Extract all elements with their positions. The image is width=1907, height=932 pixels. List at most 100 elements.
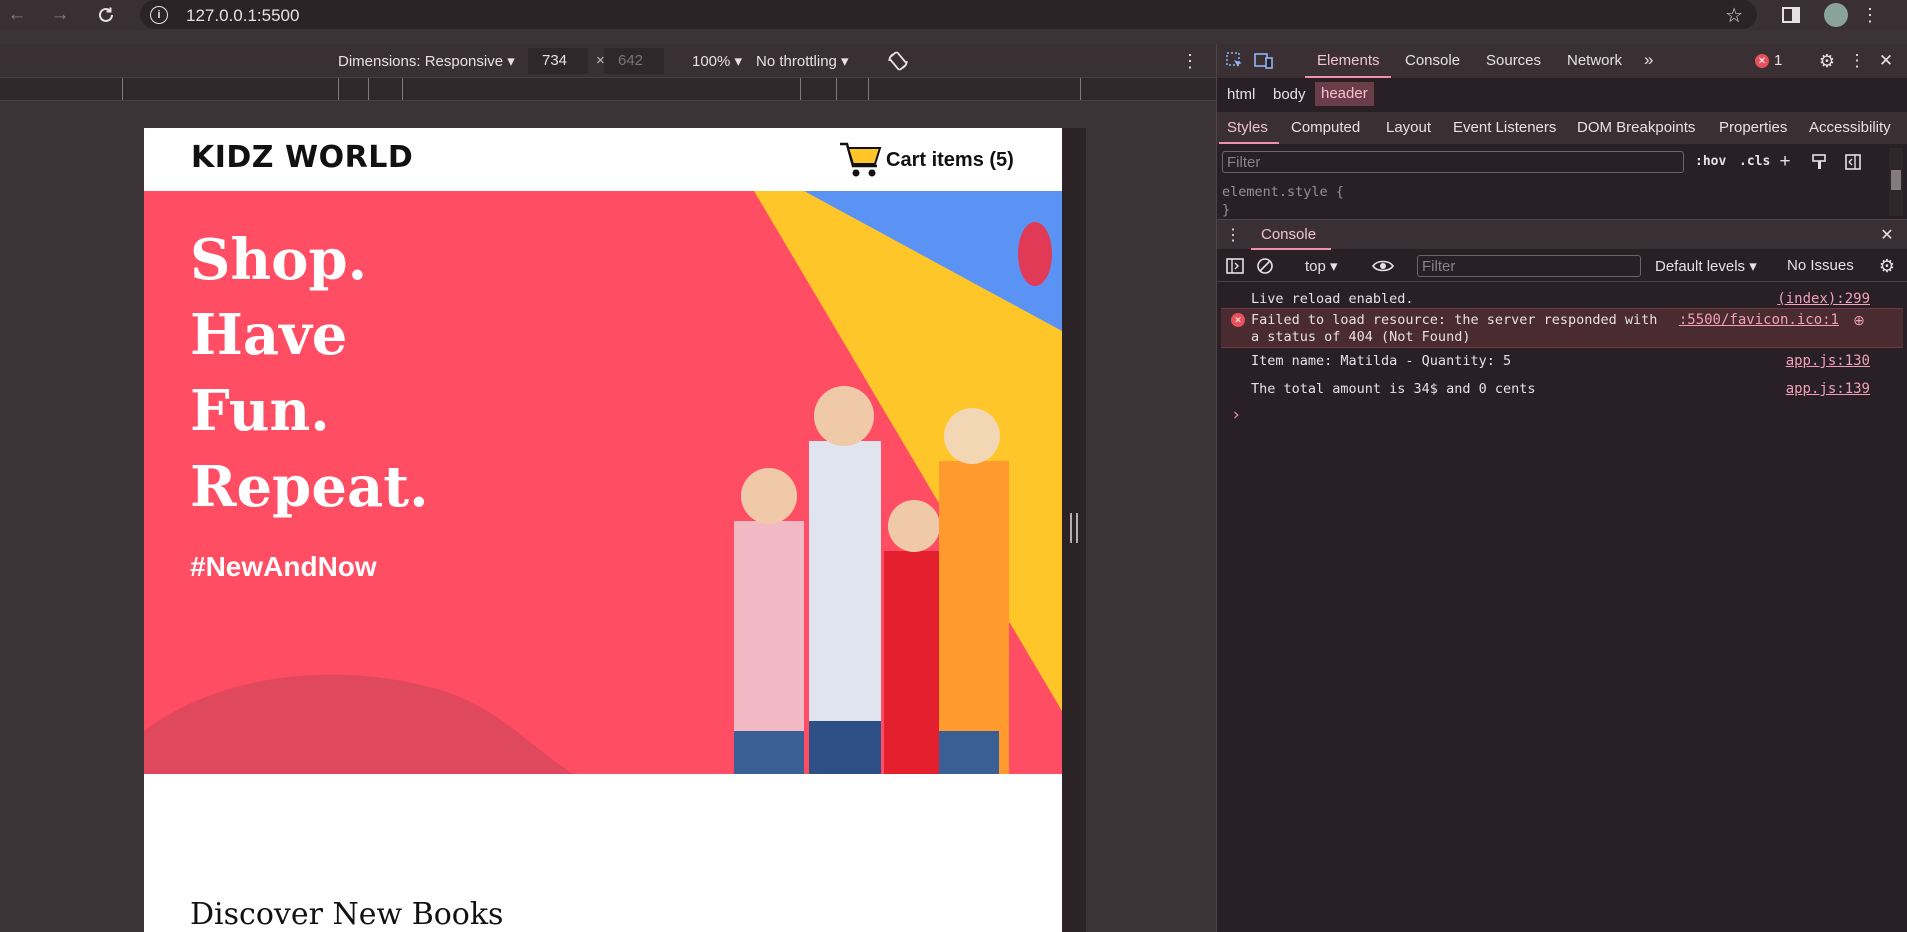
- browser-menu-icon[interactable]: ⋮: [1860, 3, 1880, 27]
- console-toolbar: top ▾ Filter Default levels ▾ No Issues …: [1217, 250, 1907, 282]
- styles-tabbar: Styles Computed Layout Event Listeners D…: [1217, 112, 1907, 144]
- crumb-body[interactable]: body: [1267, 86, 1312, 103]
- inspect-element-icon[interactable]: [1225, 51, 1245, 71]
- tab-console[interactable]: Console: [1405, 52, 1460, 69]
- throttling-select[interactable]: No throttling ▾: [756, 52, 849, 70]
- zoom-label: 100%: [692, 53, 731, 70]
- styles-scrollbar[interactable]: [1889, 148, 1903, 216]
- console-error-message: ✕ Failed to load resource: the server re…: [1221, 308, 1903, 348]
- message-text: Item name: Matilda - Quantity: 5: [1251, 353, 1512, 369]
- live-expression-eye-icon[interactable]: [1371, 256, 1395, 276]
- active-tab-indicator: [1305, 76, 1391, 78]
- error-text-line-2: a status of 404 (Not Found): [1251, 329, 1471, 345]
- device-toolbar-more-icon[interactable]: ⋮: [1180, 49, 1200, 73]
- site-info-icon[interactable]: i: [150, 6, 168, 24]
- tab-elements[interactable]: Elements: [1317, 52, 1380, 69]
- cart-button[interactable]: Cart items (5): [838, 140, 1014, 180]
- close-devtools-icon[interactable]: ✕: [1876, 51, 1896, 71]
- error-source-link[interactable]: :5500/favicon.ico:1: [1679, 312, 1839, 328]
- breadcrumb: html body header: [1217, 79, 1907, 106]
- devtools-tabbar: Elements Console Sources Network » ✕ 1 ⚙…: [1217, 44, 1907, 78]
- tab-styles[interactable]: Styles: [1227, 119, 1268, 136]
- context-select[interactable]: top ▾: [1305, 257, 1338, 275]
- hov-toggle[interactable]: :hov: [1695, 154, 1726, 169]
- zoom-select[interactable]: 100% ▾: [692, 52, 742, 70]
- console-filter-input[interactable]: Filter: [1417, 255, 1641, 277]
- console-messages: Live reload enabled. (index):299 ✕ Faile…: [1217, 283, 1907, 932]
- side-panel-icon[interactable]: [1780, 3, 1802, 27]
- bookmark-star-icon[interactable]: ☆: [1725, 3, 1743, 28]
- page-viewport-area: KIDZ WORLD Cart items (5) Shop. Have Fun…: [0, 101, 1216, 932]
- context-label: top: [1305, 258, 1326, 275]
- cart-icon: [838, 140, 884, 180]
- drawer-menu-icon[interactable]: ⋮: [1225, 225, 1241, 245]
- device-toggle-icon[interactable]: [1253, 51, 1275, 71]
- element-style-close: }: [1222, 202, 1231, 218]
- crumb-header[interactable]: header: [1315, 82, 1374, 106]
- width-input[interactable]: 734: [528, 48, 588, 74]
- toggle-sidebar-icon[interactable]: [1843, 152, 1863, 172]
- site-header: KIDZ WORLD Cart items (5): [144, 128, 1062, 191]
- message-text: The total amount is 34$ and 0 cents: [1251, 381, 1536, 397]
- height-input[interactable]: 642: [604, 48, 664, 74]
- tab-event-listeners[interactable]: Event Listeners: [1453, 119, 1556, 136]
- site-logo[interactable]: KIDZ WORLD: [191, 140, 413, 175]
- issues-status[interactable]: No Issues: [1787, 257, 1854, 274]
- error-icon[interactable]: ✕: [1755, 54, 1769, 68]
- resize-handle[interactable]: [1070, 513, 1078, 543]
- hero-line-2: Have: [190, 302, 348, 368]
- error-count[interactable]: 1: [1774, 52, 1782, 69]
- device-toolbar: Dimensions: Responsive ▾ 734 × 642 100% …: [0, 44, 1216, 77]
- tab-sources[interactable]: Sources: [1486, 52, 1541, 69]
- message-source-link[interactable]: app.js:130: [1786, 353, 1870, 369]
- rotate-icon[interactable]: [886, 49, 910, 73]
- hero-line-1: Shop.: [190, 227, 368, 293]
- log-levels-select[interactable]: Default levels ▾: [1655, 257, 1757, 275]
- tab-network[interactable]: Network: [1567, 52, 1622, 69]
- throttling-label: No throttling: [756, 53, 837, 70]
- tab-computed[interactable]: Computed: [1291, 119, 1360, 136]
- back-icon[interactable]: ←: [5, 3, 29, 27]
- profile-avatar[interactable]: [1824, 3, 1848, 27]
- console-prompt[interactable]: ›: [1231, 405, 1241, 425]
- hero-hashtag: #NewAndNow: [190, 551, 377, 582]
- dimensions-label: Dimensions: Responsive: [338, 53, 504, 70]
- tab-layout[interactable]: Layout: [1386, 119, 1431, 136]
- close-drawer-icon[interactable]: ✕: [1877, 225, 1897, 245]
- clear-console-icon[interactable]: [1255, 256, 1275, 276]
- address-bar[interactable]: i 127.0.0.1:5500 ☆: [140, 0, 1757, 29]
- tab-dom-breakpoints[interactable]: DOM Breakpoints: [1577, 119, 1695, 136]
- styles-tab-indicator: [1219, 142, 1279, 144]
- devtools-menu-icon[interactable]: ⋮: [1849, 51, 1866, 71]
- new-style-rule-icon[interactable]: +: [1775, 151, 1795, 172]
- cls-toggle[interactable]: .cls: [1739, 154, 1770, 169]
- url-text: 127.0.0.1:5500: [186, 6, 300, 25]
- message-text: Live reload enabled.: [1251, 291, 1414, 307]
- dimensions-select[interactable]: Dimensions: Responsive ▾: [338, 52, 515, 70]
- network-request-icon[interactable]: ⊕: [1851, 312, 1867, 328]
- element-style-rule: element.style {: [1222, 184, 1344, 200]
- console-sidebar-icon[interactable]: [1225, 256, 1245, 276]
- reload-icon[interactable]: [94, 3, 118, 27]
- device-viewport: KIDZ WORLD Cart items (5) Shop. Have Fun…: [144, 128, 1062, 932]
- crumb-html[interactable]: html: [1221, 86, 1261, 103]
- paint-brush-icon[interactable]: [1809, 152, 1829, 172]
- media-query-ruler[interactable]: [0, 77, 1216, 101]
- cart-label: Cart items (5): [886, 148, 1014, 171]
- message-source-link[interactable]: app.js:139: [1786, 381, 1870, 397]
- browser-toolbar: ← → i 127.0.0.1:5500 ☆ ⋮: [0, 0, 1907, 30]
- devtools-panel: Elements Console Sources Network » ✕ 1 ⚙…: [1216, 44, 1907, 932]
- tab-properties[interactable]: Properties: [1719, 119, 1787, 136]
- more-tabs-icon[interactable]: »: [1644, 50, 1653, 70]
- console-settings-icon[interactable]: ⚙: [1877, 256, 1897, 276]
- children-photo: [734, 386, 1009, 774]
- section-title: Discover New Books: [190, 897, 504, 932]
- styles-filter-input[interactable]: Filter: [1222, 151, 1684, 173]
- forward-icon[interactable]: →: [48, 3, 72, 27]
- settings-gear-icon[interactable]: ⚙: [1817, 51, 1837, 71]
- hero-line-4: Repeat.: [190, 454, 429, 520]
- message-source-link[interactable]: (index):299: [1777, 291, 1870, 307]
- drawer-tab-console[interactable]: Console: [1261, 226, 1316, 243]
- hero-line-3: Fun.: [190, 378, 330, 444]
- tab-accessibility[interactable]: Accessibility: [1809, 119, 1891, 136]
